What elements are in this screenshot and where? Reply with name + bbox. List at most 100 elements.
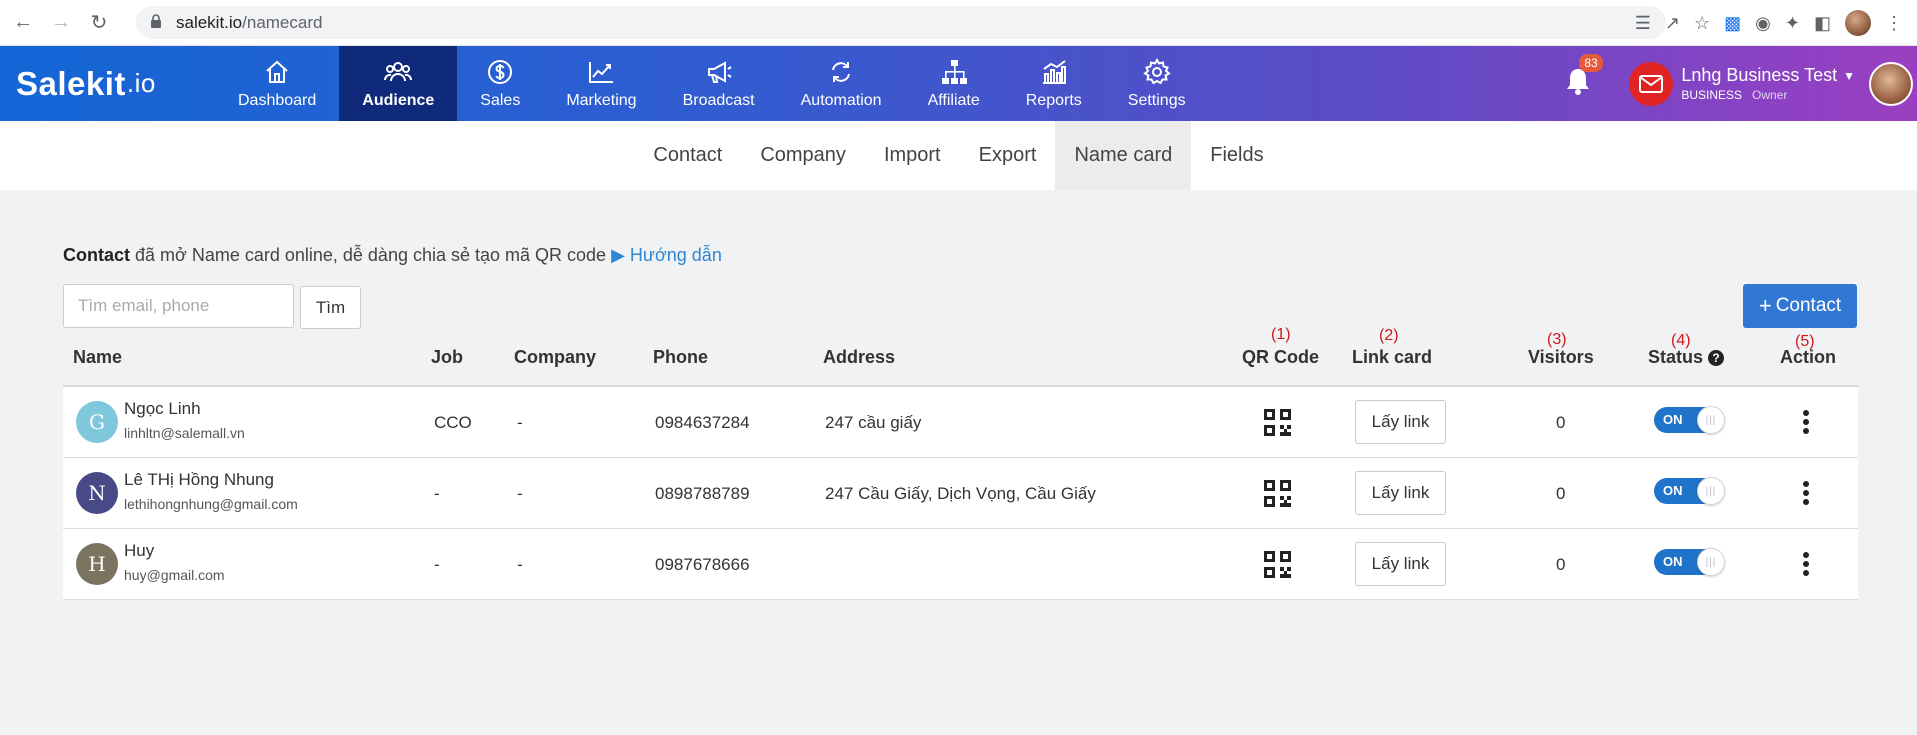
header-link-card: Link card [1352, 347, 1433, 367]
nav-label: Reports [1025, 91, 1082, 109]
address-bar[interactable]: salekit.io/namecard [136, 6, 1666, 39]
user-role: Owner [1752, 88, 1788, 102]
nav-label: Sales [480, 91, 521, 109]
qr-code-icon[interactable] [1264, 409, 1291, 436]
profile-avatar[interactable] [1845, 10, 1871, 36]
toggle-knob: ||| [1697, 406, 1725, 434]
table-row: H Huy huy@gmail.com - - 0987678666 Lấy l… [63, 529, 1858, 600]
nav-label: Affiliate [927, 91, 980, 109]
table-row: G Ngọc Linh linhltn@salemall.vn CCO - 09… [63, 387, 1858, 458]
contact-visitors: 0 [1556, 554, 1566, 574]
mail-icon[interactable] [1629, 61, 1674, 106]
nav-label: Settings [1127, 91, 1186, 109]
translate-icon[interactable]: ☰ [1635, 13, 1651, 34]
qr-code-icon[interactable] [1264, 480, 1291, 507]
reload-icon[interactable]: ↻ [84, 8, 114, 38]
header-right: 83 Lnhg Business Test ▼ BUSINESS Owner [1563, 46, 1917, 121]
contact-name[interactable]: Lê THị Hồng Nhung [124, 470, 298, 490]
user-avatar[interactable] [1869, 61, 1913, 106]
url-path: /namecard [242, 12, 323, 32]
more-actions-icon[interactable] [1800, 549, 1812, 579]
toggle-knob: ||| [1697, 548, 1725, 576]
home-icon [266, 60, 288, 83]
status-toggle[interactable]: ON ||| [1654, 548, 1725, 576]
logo-text: Salekit [16, 64, 126, 102]
more-actions-icon[interactable] [1800, 478, 1812, 508]
contact-phone: 0984637284 [655, 412, 750, 432]
add-contact-label: Contact [1775, 295, 1842, 316]
contact-email: linhltn@salemall.vn [124, 425, 245, 441]
avatar: H [76, 543, 118, 585]
sidepanel-icon[interactable]: ◧ [1814, 13, 1831, 34]
contact-company: - [517, 483, 523, 503]
header-status-label: Status [1648, 347, 1704, 367]
qr-code-icon[interactable] [1264, 551, 1291, 578]
tab-export[interactable]: Export [960, 121, 1056, 190]
notification-badge: 83 [1579, 54, 1603, 72]
contact-email: lethihongnhung@gmail.com [124, 496, 298, 512]
back-icon[interactable]: ← [8, 8, 38, 38]
user-plan: BUSINESS [1681, 88, 1743, 102]
users-icon [384, 61, 413, 81]
help-icon[interactable]: ? [1708, 349, 1725, 366]
status-toggle[interactable]: ON ||| [1654, 477, 1725, 505]
nav-broadcast[interactable]: Broadcast [660, 46, 778, 121]
table-header: Name Job Company Phone Address QR Code L… [63, 335, 1858, 387]
contact-job: - [434, 483, 440, 503]
search-input[interactable] [63, 284, 294, 328]
nav-sales[interactable]: Sales [457, 46, 543, 121]
tab-contact[interactable]: Contact [634, 121, 741, 190]
nav-affiliate[interactable]: Affiliate [905, 46, 1003, 121]
tab-name-card[interactable]: Name card [1055, 121, 1192, 190]
tab-import[interactable]: Import [865, 121, 960, 190]
guide-label: Hướng dẫn [629, 245, 722, 265]
header-job: Job [431, 347, 464, 367]
status-toggle[interactable]: ON ||| [1654, 406, 1725, 434]
intro-body: đã mở Name card online, dễ dàng chia sẻ … [130, 245, 612, 265]
avatar: N [76, 472, 118, 514]
more-icon[interactable]: ⋮ [1885, 13, 1903, 34]
contact-phone: 0987678666 [655, 554, 750, 574]
contact-visitors: 0 [1556, 412, 1566, 432]
toggle-label: ON [1663, 412, 1683, 427]
nav-dashboard[interactable]: Dashboard [215, 46, 339, 121]
dollar-icon [488, 59, 513, 84]
user-menu[interactable]: Lnhg Business Test ▼ BUSINESS Owner [1681, 65, 1855, 102]
nav-marketing[interactable]: Marketing [543, 46, 659, 121]
guide-link[interactable]: ▶ Hướng dẫn [611, 245, 722, 265]
get-link-button[interactable]: Lấy link [1355, 471, 1446, 515]
get-link-button[interactable]: Lấy link [1355, 542, 1446, 586]
forward-icon[interactable]: → [46, 8, 76, 38]
network-icon [941, 59, 967, 84]
trend-chart-icon [589, 61, 614, 83]
notifications-button[interactable]: 83 [1563, 54, 1603, 101]
table-row: N Lê THị Hồng Nhung lethihongnhung@gmail… [63, 458, 1858, 529]
nav-label: Audience [362, 91, 435, 109]
salekit-logo[interactable]: Salekit .io [0, 46, 215, 121]
nav-audience[interactable]: Audience [339, 46, 458, 121]
extension-icon[interactable]: ▩ [1724, 13, 1741, 34]
share-icon[interactable]: ↗ [1665, 13, 1680, 34]
search-button[interactable]: Tìm [300, 286, 361, 329]
puzzle-icon[interactable]: ✦ [1785, 13, 1800, 34]
bar-chart-icon [1042, 59, 1066, 84]
contact-name[interactable]: Ngọc Linh [124, 399, 245, 419]
tab-company[interactable]: Company [741, 121, 865, 190]
contact-company: - [517, 554, 523, 574]
nav-reports[interactable]: Reports [1003, 46, 1105, 121]
get-link-button[interactable]: Lấy link [1355, 400, 1446, 444]
star-icon[interactable]: ☆ [1694, 13, 1710, 34]
header-visitors: Visitors [1528, 347, 1594, 367]
camera-icon[interactable]: ◉ [1755, 13, 1771, 34]
add-contact-button[interactable]: + Contact [1743, 284, 1857, 328]
tab-fields[interactable]: Fields [1191, 121, 1282, 190]
more-actions-icon[interactable] [1800, 407, 1812, 437]
contact-name[interactable]: Huy [124, 541, 225, 561]
nav-automation[interactable]: Automation [778, 46, 905, 121]
intro-bold: Contact [63, 245, 130, 265]
logo-suffix: .io [126, 68, 156, 98]
nav-label: Automation [800, 91, 882, 109]
nav-settings[interactable]: Settings [1105, 46, 1209, 121]
megaphone-icon [707, 60, 732, 83]
user-name: Lnhg Business Test [1681, 65, 1838, 85]
